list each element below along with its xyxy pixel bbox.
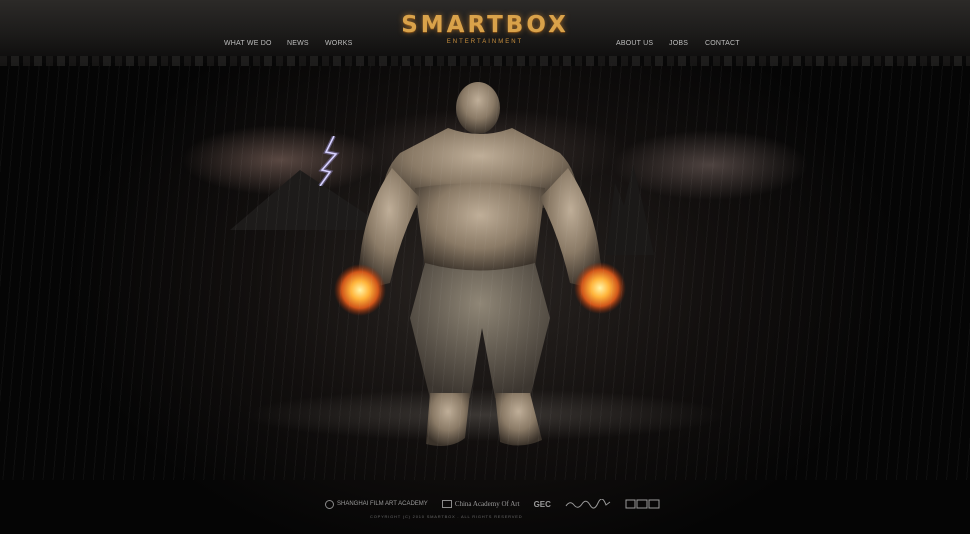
academy-seal-icon bbox=[325, 499, 334, 509]
nav-about-us[interactable]: ABOUT US bbox=[616, 40, 653, 47]
page: WHAT WE DO NEWS WORKS SMARTBOX ENTERTAIN… bbox=[0, 0, 970, 534]
script-logo-icon bbox=[565, 499, 611, 509]
partner-label: SHANGHAI FILM ART ACADEMY bbox=[337, 501, 428, 507]
logo-wordmark: SMARTBOX bbox=[401, 12, 569, 38]
partner-gec[interactable]: GEC bbox=[534, 500, 551, 509]
monster-character-art bbox=[334, 82, 626, 446]
block-logo-icon bbox=[625, 499, 660, 509]
logo-subtitle: ENTERTAINMENT bbox=[446, 39, 524, 45]
nav-what-we-do[interactable]: WHAT WE DO bbox=[224, 40, 272, 47]
partner-script-logo[interactable] bbox=[565, 499, 611, 509]
header-rock-edge bbox=[0, 56, 970, 66]
partner-label: China Academy Of Art bbox=[454, 500, 520, 508]
nav-news[interactable]: NEWS bbox=[287, 40, 309, 47]
nav-works[interactable]: WORKS bbox=[325, 40, 352, 47]
copyright-text: COPYRIGHT (C) 2010 SMARTBOX . ALL RIGHTS… bbox=[370, 514, 523, 519]
partner-label: GEC bbox=[533, 499, 551, 509]
smartbox-logo[interactable]: SMARTBOX ENTERTAINMENT bbox=[380, 12, 590, 52]
partner-china-academy-of-art[interactable]: China Academy Of Art bbox=[441, 500, 520, 508]
partner-logos: SHANGHAI FILM ART ACADEMY China Academy … bbox=[325, 497, 661, 511]
partner-block-logo[interactable] bbox=[625, 499, 661, 509]
partner-shanghai-film-art-academy[interactable]: SHANGHAI FILM ART ACADEMY bbox=[325, 499, 428, 509]
nav-contact[interactable]: CONTACT bbox=[705, 40, 740, 47]
site-header: WHAT WE DO NEWS WORKS SMARTBOX ENTERTAIN… bbox=[0, 0, 970, 66]
nav-jobs[interactable]: JOBS bbox=[669, 40, 688, 47]
academy-emblem-icon bbox=[441, 500, 452, 508]
